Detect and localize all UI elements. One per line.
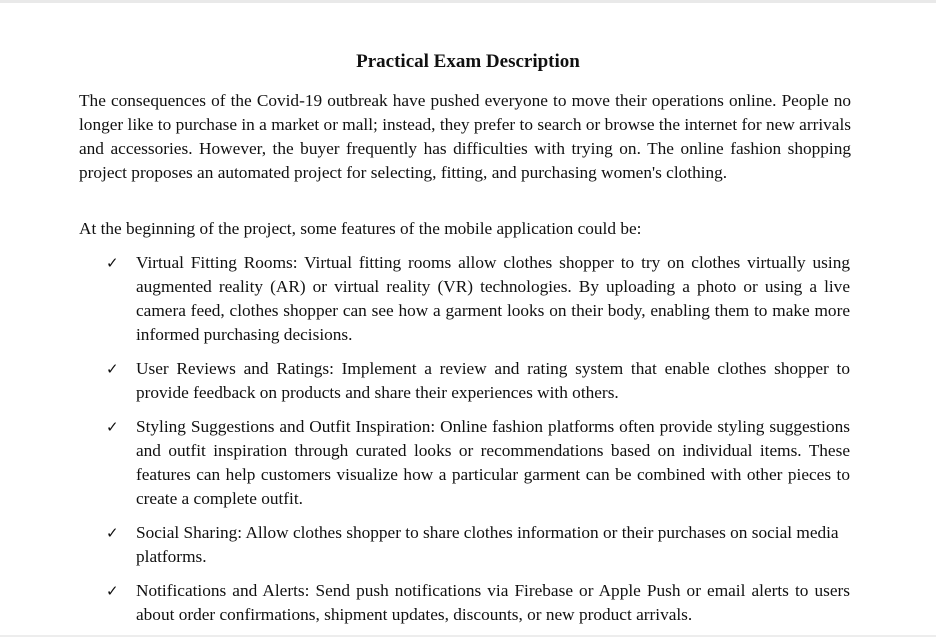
checkmark-icon: ✓ xyxy=(106,360,119,378)
list-item: ✓ Virtual Fitting Rooms: Virtual fitting… xyxy=(0,251,850,347)
list-item: ✓ Social Sharing: Allow clothes shopper … xyxy=(0,521,850,569)
list-item: ✓ Styling Suggestions and Outfit Inspira… xyxy=(0,415,850,511)
document-page: Practical Exam Description The consequen… xyxy=(0,0,936,637)
intro-paragraph: The consequences of the Covid-19 outbrea… xyxy=(79,91,851,182)
checkmark-icon: ✓ xyxy=(106,524,119,542)
features-lead-sentence: At the beginning of the project, some fe… xyxy=(79,219,642,238)
feature-text: Notifications and Alerts: Send push noti… xyxy=(136,581,850,624)
feature-text: Virtual Fitting Rooms: Virtual fitting r… xyxy=(136,253,850,344)
document-title: Practical Exam Description xyxy=(356,51,580,72)
checkmark-icon: ✓ xyxy=(106,254,119,272)
checkmark-icon: ✓ xyxy=(106,418,119,436)
feature-text: User Reviews and Ratings: Implement a re… xyxy=(136,359,850,402)
checkmark-icon: ✓ xyxy=(106,582,119,600)
feature-text: Social Sharing: Allow clothes shopper to… xyxy=(136,523,839,566)
feature-text: Styling Suggestions and Outfit Inspirati… xyxy=(136,417,850,508)
feature-list: ✓ Virtual Fitting Rooms: Virtual fitting… xyxy=(0,251,936,637)
list-item: ✓ User Reviews and Ratings: Implement a … xyxy=(0,357,850,405)
list-item: ✓ Notifications and Alerts: Send push no… xyxy=(0,579,850,627)
